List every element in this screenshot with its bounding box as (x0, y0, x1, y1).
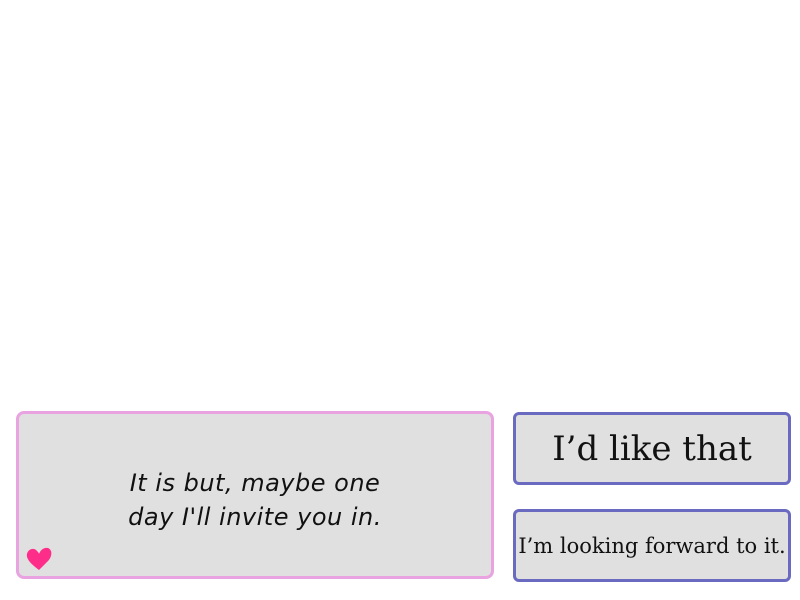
heart-icon (26, 547, 52, 570)
choice-button-1[interactable]: I’d like that (513, 412, 791, 485)
scene-background (0, 0, 800, 400)
dialogue-text: It is but, maybe one day I'll invite you… (128, 469, 382, 531)
dialogue-box[interactable]: It is but, maybe one day I'll invite you… (16, 411, 494, 579)
choice-label-2: I’m looking forward to it. (518, 533, 786, 558)
choice-label-1: I’d like that (552, 428, 752, 469)
choice-button-2[interactable]: I’m looking forward to it. (513, 509, 791, 582)
